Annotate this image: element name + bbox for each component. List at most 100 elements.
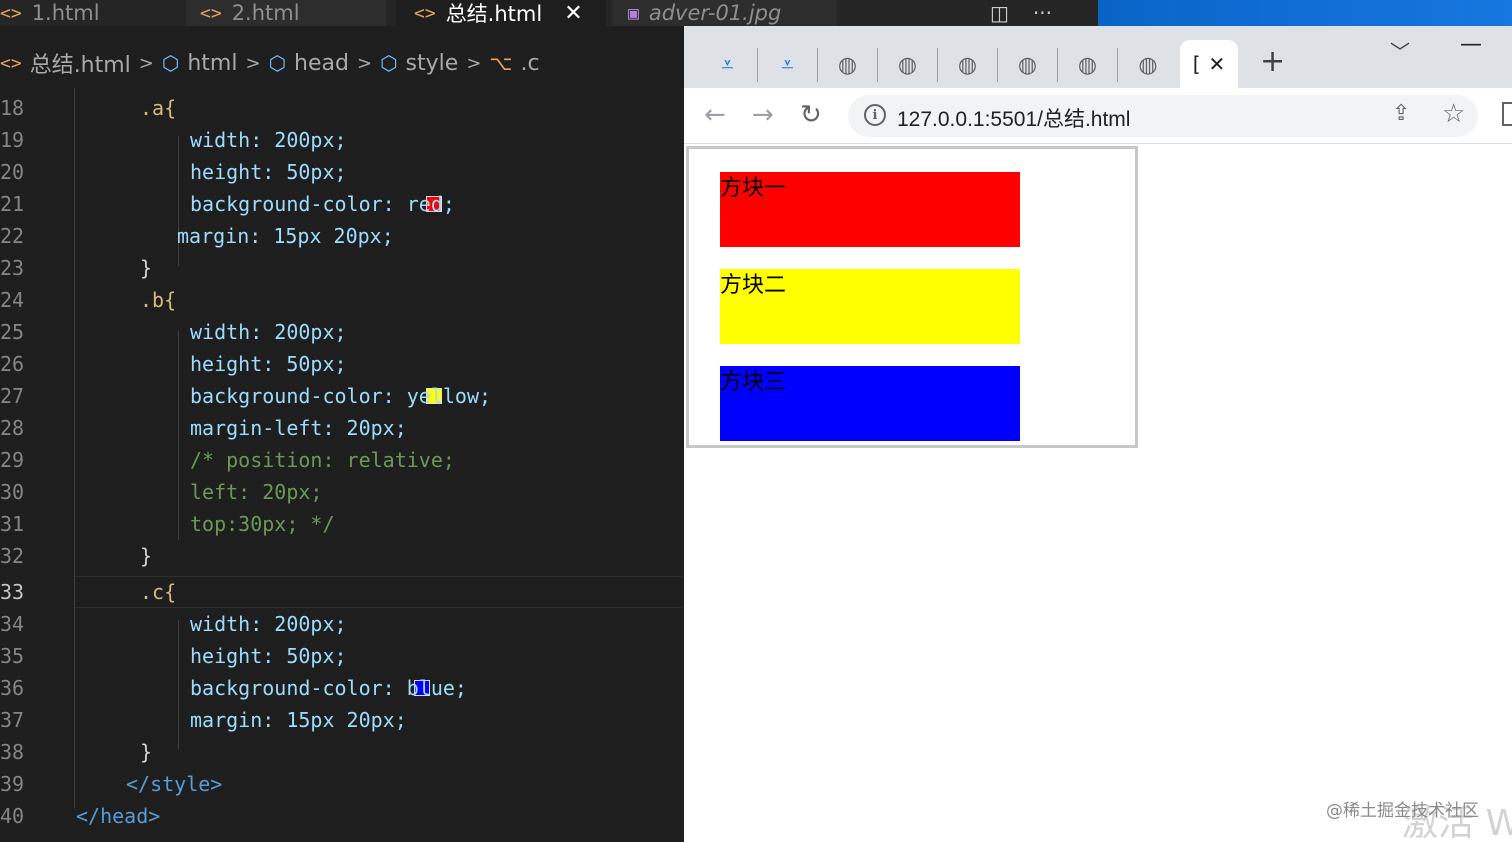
line-number: 30: [0, 480, 25, 504]
code-text: top:30px; */: [190, 512, 335, 536]
breadcrumb-item-c[interactable]: .c: [520, 51, 539, 76]
code-text: .c{: [140, 580, 177, 604]
code-text: width: 200px;: [190, 128, 347, 152]
line-number: 39: [0, 772, 25, 796]
block-label: 方块一: [720, 176, 787, 201]
line-number: 25: [0, 320, 25, 344]
code-line: 22 margin: 15px 20px;: [0, 220, 684, 252]
browser-tab[interactable]: ◍: [1118, 48, 1178, 82]
share-icon[interactable]: ⇪: [1392, 101, 1410, 126]
code-text: height: 50px;: [190, 644, 347, 668]
tab-adver-jpg[interactable]: ▣ adver-01.jpg: [612, 0, 837, 26]
html-file-icon: <>: [0, 52, 22, 74]
code-text: }: [140, 256, 153, 280]
tab-title: [: [1192, 52, 1201, 76]
forward-arrow-icon[interactable]: →: [752, 100, 774, 130]
browser-tab[interactable]: ◍: [938, 48, 998, 82]
chevron-right-icon: >: [466, 52, 482, 74]
browser-tab[interactable]: ⩡: [698, 48, 758, 82]
code-line: 35 height: 50px;: [0, 640, 684, 672]
line-number: 33: [0, 580, 25, 604]
side-panel-icon[interactable]: [1502, 102, 1512, 126]
url-text[interactable]: 127.0.0.1:5501/总结.html: [897, 103, 1130, 133]
code-text: background-color: yellow;: [190, 384, 492, 408]
close-icon[interactable]: ✕: [1209, 52, 1226, 76]
breadcrumb-item-style[interactable]: style: [406, 51, 459, 76]
tab-label: adver-01.jpg: [648, 1, 782, 25]
close-icon[interactable]: ✕: [564, 1, 582, 26]
code-line: 27 background-color: yellow;: [0, 380, 684, 412]
content-frame: 方块一 方块二 方块三: [686, 146, 1138, 448]
code-text: }: [140, 740, 153, 764]
code-line: 28 margin-left: 20px;: [0, 412, 684, 444]
address-bar[interactable]: i 127.0.0.1:5501/总结.html ⇪ ☆: [848, 95, 1478, 137]
breadcrumb-item-file[interactable]: 总结.html: [30, 47, 131, 79]
code-text: margin: 15px 20px;: [190, 708, 407, 732]
line-number: 24: [0, 288, 25, 312]
tab-2-html[interactable]: <> 2.html: [186, 0, 386, 26]
tab-summary-html[interactable]: <> 总结.html ✕: [396, 0, 606, 26]
browser-tab[interactable]: ◍: [818, 48, 878, 82]
browser-tab[interactable]: ◍: [1058, 48, 1118, 82]
code-text: height: 50px;: [190, 352, 347, 376]
code-line: 31 top:30px; */: [0, 508, 684, 540]
code-text: left: 20px;: [190, 480, 323, 504]
page-viewport: 方块一 方块二 方块三 激活 Wi @稀土掘金技术社区: [684, 144, 1512, 842]
download-icon: ⩡: [781, 52, 794, 78]
breadcrumb-item-head[interactable]: head: [294, 51, 349, 76]
line-number: 27: [0, 384, 25, 408]
bookmark-star-icon[interactable]: ☆: [1442, 99, 1465, 129]
split-editor-icon[interactable]: ◫: [990, 1, 1009, 25]
tab-label: 总结.html: [445, 2, 543, 26]
code-line: 34 width: 200px;: [0, 608, 684, 640]
tab-label: 2.html: [231, 1, 300, 25]
watermark: @稀土掘金技术社区: [1326, 801, 1479, 821]
browser-tab-active[interactable]: [ ✕: [1180, 40, 1238, 88]
element-cube-icon: ⬡: [161, 51, 180, 75]
code-text: .a{: [140, 96, 177, 120]
html-file-icon: <>: [414, 2, 436, 24]
line-number: 19: [0, 128, 25, 152]
line-number: 38: [0, 740, 25, 764]
code-line: 38}: [0, 736, 684, 768]
code-editor[interactable]: 18 .a{ 19 width: 200px; 20 height: 50px; 21…: [0, 88, 684, 842]
chevron-down-icon[interactable]: ﹀: [1390, 36, 1410, 65]
code-text: width: 200px;: [190, 612, 347, 636]
tab-1-html[interactable]: <> 1.html: [0, 0, 170, 26]
more-actions-icon[interactable]: ···: [1033, 1, 1052, 25]
code-text: margin-left: 20px;: [190, 416, 407, 440]
element-cube-icon: ⬡: [268, 51, 287, 75]
browser-tab[interactable]: ◍: [878, 48, 938, 82]
code-text: /* position: relative;: [190, 448, 455, 472]
browser-window: ⩡ ⩡ ◍ ◍ ◍ ◍ ◍ ◍ [ ✕ + ﹀ — ← → ↻ i 127.0.…: [684, 26, 1512, 842]
chevron-right-icon: >: [356, 52, 373, 74]
code-line: 36 background-color: blue;: [0, 672, 684, 704]
info-icon[interactable]: i: [864, 104, 886, 126]
code-line: 21 background-color: red;: [0, 188, 684, 220]
line-number: 37: [0, 708, 25, 732]
browser-tab[interactable]: ◍: [998, 48, 1058, 82]
code-text: margin: 15px 20px;: [177, 224, 394, 248]
globe-icon: ◍: [1017, 52, 1038, 78]
globe-icon: ◍: [1138, 52, 1158, 78]
element-cube-icon: ⬡: [380, 51, 398, 75]
block-label: 方块二: [720, 273, 787, 298]
code-line: 18 .a{: [0, 92, 684, 124]
code-line: 25 width: 200px;: [0, 316, 684, 348]
code-text: background-color: red;: [190, 192, 455, 216]
line-number: 34: [0, 612, 25, 636]
code-text: </head>: [76, 804, 161, 828]
line-number: 21: [0, 192, 25, 216]
line-number: 32: [0, 544, 25, 568]
image-file-icon: ▣: [628, 2, 639, 24]
new-tab-button[interactable]: +: [1260, 44, 1285, 79]
block-label: 方块三: [720, 370, 787, 395]
breadcrumb-item-html[interactable]: html: [187, 51, 237, 76]
code-line: 39 </style>: [0, 768, 684, 800]
line-number: 28: [0, 416, 25, 440]
download-icon: ⩡: [721, 52, 734, 78]
reload-icon[interactable]: ↻: [800, 100, 822, 130]
browser-tab[interactable]: ⩡: [758, 48, 818, 82]
minimize-icon[interactable]: —: [1460, 32, 1482, 57]
back-arrow-icon[interactable]: ←: [704, 100, 726, 130]
